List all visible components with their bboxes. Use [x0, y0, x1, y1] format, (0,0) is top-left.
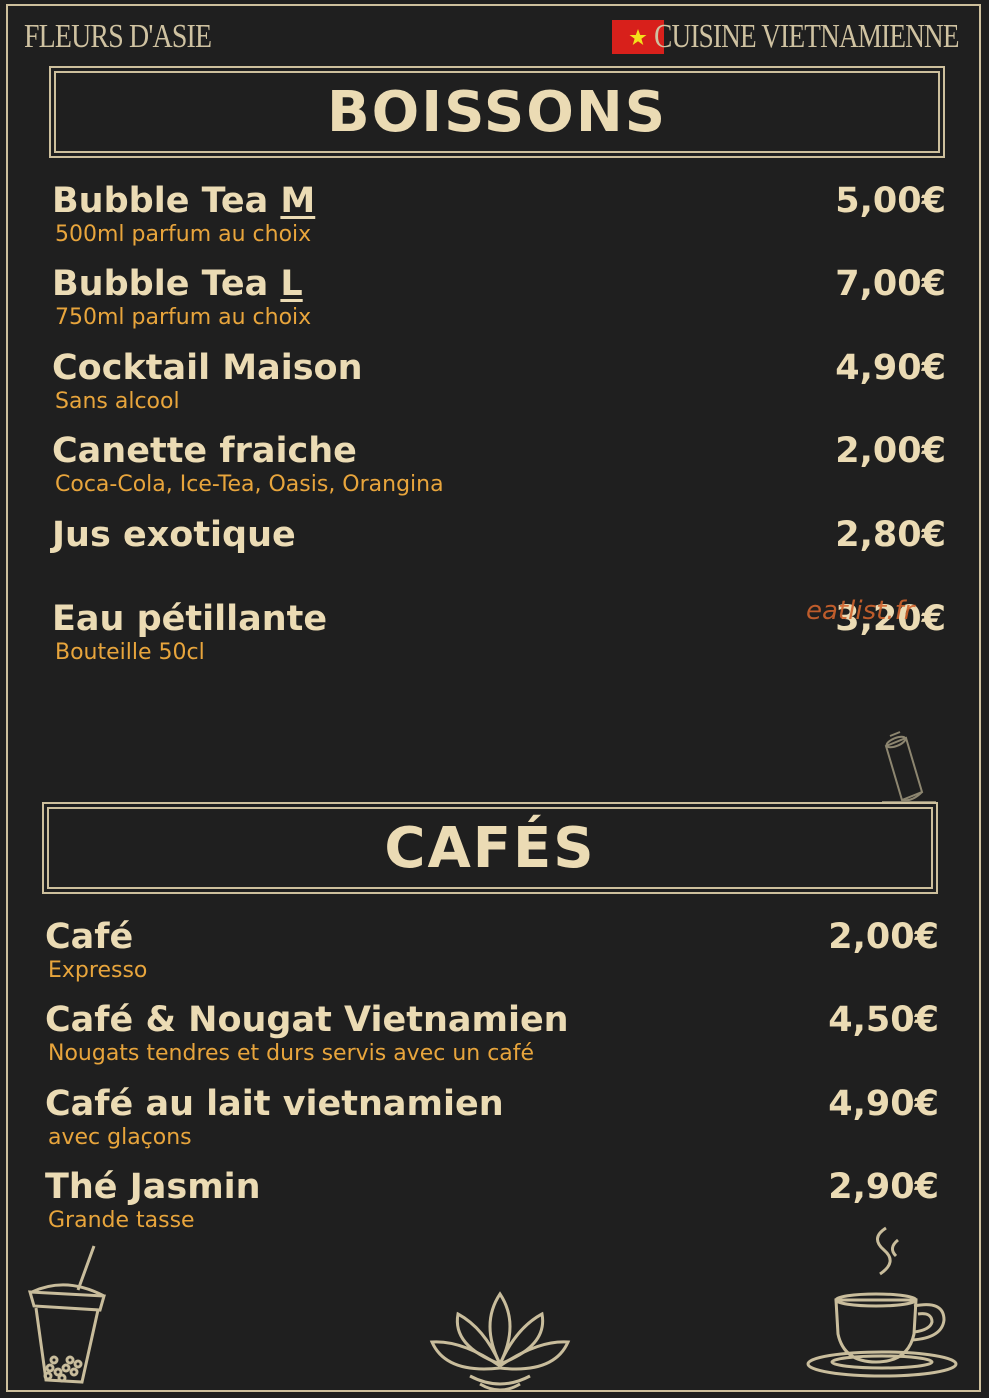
menu-item: Thé Jasmin Grande tasse — [45, 1167, 261, 1235]
item-desc: Sans alcool — [55, 389, 180, 414]
boissons-title: BOISSONS — [326, 79, 668, 145]
item-size: M — [280, 181, 316, 221]
item-price: 2,00€ — [835, 431, 946, 471]
item-price: 2,90€ — [828, 1167, 939, 1207]
item-name: Eau pétillante — [52, 599, 328, 639]
bubble-tea-icon — [20, 1240, 120, 1394]
brand-name: FLEURS D'ASIE — [24, 18, 212, 55]
coffee-cup-icon — [800, 1222, 970, 1386]
item-desc: Bouteille 50cl — [55, 640, 205, 665]
watermark: eatlist.fr — [806, 596, 915, 626]
item-size: L — [280, 264, 303, 304]
cafes-header-box: CAFÉS — [42, 802, 938, 894]
menu-item: Café & Nougat Vietnamien Nougats tendres… — [45, 1000, 569, 1068]
item-price: 4,90€ — [835, 348, 946, 388]
menu-item: Bubble Tea M 500ml parfum au choix — [52, 181, 315, 249]
cafes-title: CAFÉS — [384, 815, 596, 881]
menu-item: Café au lait vietnamien avec glaçons — [45, 1084, 504, 1152]
item-desc: Grande tasse — [48, 1208, 195, 1233]
item-name: Café au lait vietnamien — [45, 1084, 504, 1124]
lotus-icon — [420, 1284, 580, 1398]
item-name: Bubble Tea — [52, 264, 281, 304]
item-desc: 750ml parfum au choix — [55, 305, 312, 330]
item-name: Thé Jasmin — [45, 1167, 261, 1207]
item-desc: Coca-Cola, Ice-Tea, Oasis, Orangina — [55, 472, 444, 497]
item-price: 2,80€ — [835, 515, 946, 555]
menu-item: Jus exotique — [52, 515, 296, 555]
menu-item: Canette fraiche Coca-Cola, Ice-Tea, Oasi… — [52, 431, 444, 499]
menu-item: Bubble Tea L 750ml parfum au choix — [52, 264, 311, 332]
item-name: Jus exotique — [52, 515, 296, 555]
menu-item: Eau pétillante Bouteille 50cl — [52, 599, 327, 667]
item-desc: avec glaçons — [48, 1125, 192, 1150]
menu-item: Café Expresso — [45, 917, 147, 985]
item-price: 4,90€ — [828, 1084, 939, 1124]
can-icon — [872, 730, 940, 808]
item-desc: Expresso — [48, 958, 148, 983]
menu-item: Cocktail Maison Sans alcool — [52, 348, 363, 416]
item-desc: Nougats tendres et durs servis avec un c… — [48, 1041, 535, 1066]
item-name: Canette fraiche — [52, 431, 357, 471]
item-price: 4,50€ — [828, 1000, 939, 1040]
item-price: 7,00€ — [835, 264, 946, 304]
item-price: 5,00€ — [835, 181, 946, 221]
item-desc: 500ml parfum au choix — [55, 222, 312, 247]
item-price: 2,00€ — [828, 917, 939, 957]
boissons-header-box: BOISSONS — [49, 66, 945, 158]
item-name: Café — [45, 917, 134, 957]
cuisine-label: CUISINE VIETNAMIENNE — [654, 18, 959, 55]
item-name: Cocktail Maison — [52, 348, 363, 388]
item-name: Bubble Tea — [52, 181, 281, 221]
item-name: Café & Nougat Vietnamien — [45, 1000, 569, 1040]
